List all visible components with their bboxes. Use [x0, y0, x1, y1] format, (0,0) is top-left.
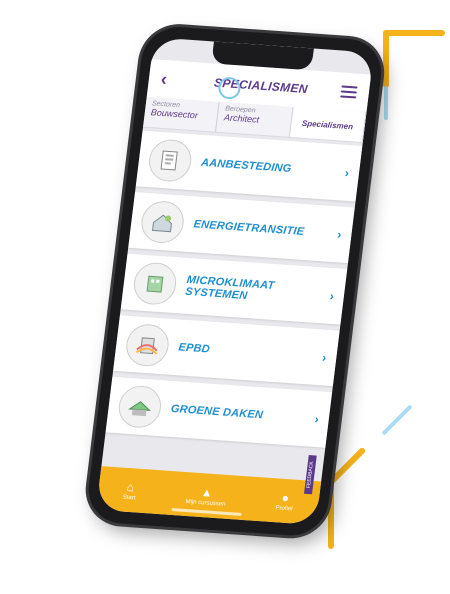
- back-chevron-icon[interactable]: ‹: [160, 68, 183, 90]
- building-block-icon: [131, 261, 179, 306]
- tab-mijn-cursussen[interactable]: ▲ Mijn cursussen: [185, 484, 228, 508]
- tab-start[interactable]: ⌂ Start: [122, 479, 137, 501]
- graduation-cap-icon: ▲: [200, 484, 214, 500]
- specialism-list: AANBESTEDING › ENERGIETRANSITIE › MICROK…: [101, 130, 363, 482]
- list-item-label: AANBESTEDING: [200, 156, 293, 176]
- chevron-right-icon: ›: [344, 165, 350, 181]
- chevron-right-icon: ›: [321, 350, 328, 365]
- energy-house-icon: [139, 199, 187, 245]
- phone-frame: ‹ SPECIALISMEN Sectoren Bouwsector Beroe…: [84, 24, 386, 538]
- tab-label: Mijn cursussen: [185, 498, 226, 508]
- app-screen: ‹ SPECIALISMEN Sectoren Bouwsector Beroe…: [96, 37, 374, 526]
- page-title: SPECIALISMEN: [213, 75, 309, 97]
- phone-mockup: ‹ SPECIALISMEN Sectoren Bouwsector Beroe…: [0, 0, 450, 594]
- epbd-building-icon: [123, 322, 172, 368]
- chevron-right-icon: ›: [328, 288, 335, 304]
- chevron-right-icon: ›: [313, 411, 320, 427]
- breadcrumb-specialismen[interactable]: Specialismen: [289, 107, 367, 143]
- list-item-energietransitie[interactable]: ENERGIETRANSITIE ›: [128, 192, 355, 264]
- list-item-label: MICROKLIMAAT SYSTEMEN: [184, 273, 276, 303]
- list-item-label: EPBD: [177, 341, 211, 356]
- tab-label: Profiel: [275, 504, 293, 512]
- list-item-aanbesteding[interactable]: AANBESTEDING ›: [135, 130, 363, 202]
- home-icon: ⌂: [126, 479, 135, 494]
- list-item-label: ENERGIETRANSITIE: [192, 218, 305, 238]
- tab-label: Start: [122, 494, 136, 501]
- document-stack-icon: [146, 138, 194, 183]
- tab-profiel[interactable]: ● Profiel: [275, 490, 295, 512]
- list-item-microklimaat[interactable]: MICROKLIMAAT SYSTEMEN ›: [120, 253, 348, 325]
- hamburger-menu-icon[interactable]: [340, 85, 358, 99]
- chevron-right-icon: ›: [336, 227, 343, 242]
- user-icon: ●: [280, 490, 290, 505]
- breadcrumb-beroepen[interactable]: Beroepen Architect: [216, 101, 294, 137]
- breadcrumb-value: Specialismen: [301, 118, 354, 131]
- breadcrumb-sectoren[interactable]: Sectoren Bouwsector: [143, 96, 220, 132]
- list-item-label: GROENE DAKEN: [170, 402, 264, 422]
- list-item-groene-daken[interactable]: GROENE DAKEN ›: [105, 376, 333, 448]
- home-indicator: [171, 508, 242, 516]
- list-item-epbd[interactable]: EPBD ›: [113, 315, 340, 387]
- green-roof-icon: [116, 384, 164, 430]
